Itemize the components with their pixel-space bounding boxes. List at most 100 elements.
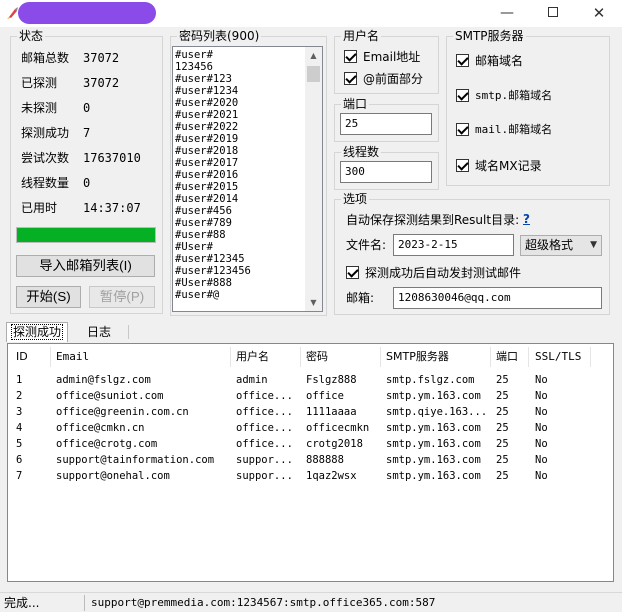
pause-button[interactable]: 暂停(P) [89, 286, 155, 308]
table-cell: office@crotg.com [56, 438, 158, 450]
checkbox-box[interactable] [456, 123, 469, 136]
table-cell: office... [236, 422, 293, 434]
stat-label-elapsed: 已用时 [21, 201, 58, 215]
password-line: #user#789 [175, 217, 232, 229]
status-current-account: support@premmedia.com:1234567:smtp.offic… [91, 596, 436, 609]
tab-probe-success[interactable]: 探测成功 [6, 322, 68, 342]
table-cell: office@suniot.com [56, 390, 164, 402]
import-mailbox-list-button[interactable]: 导入邮箱列表(I) [16, 255, 155, 277]
table-cell: 888888 [306, 454, 344, 466]
stat-value-attempts: 17637010 [83, 151, 141, 165]
checkbox-label: Email地址 [363, 50, 421, 64]
password-list-box[interactable]: #user# 123456 #user#123 #user#1234 #user#202… [172, 46, 323, 312]
column-divider [50, 347, 51, 367]
checkbox-label: smtp.邮箱域名 [475, 89, 553, 102]
table-cell: No [535, 374, 548, 386]
help-link[interactable]: ? [523, 212, 530, 226]
threads-group-title: 线程数 [341, 145, 382, 159]
checkbox-label: 域名MX记录 [475, 159, 542, 173]
password-line: #user#2022 [175, 121, 239, 133]
format-select[interactable]: 超级格式 ▼ [520, 235, 602, 256]
maximize-button[interactable] [530, 0, 576, 27]
password-line: #user#88 [175, 229, 226, 241]
table-cell: office... [236, 390, 293, 402]
column-header-password[interactable]: 密码 [306, 349, 328, 365]
table-cell: 5 [16, 438, 23, 450]
title-bar: — ✕ [0, 0, 622, 27]
stat-label-unprobed: 未探测 [21, 101, 58, 115]
column-divider [380, 347, 381, 367]
table-cell: 25 [496, 390, 509, 402]
table-cell: No [535, 438, 548, 450]
minimize-button[interactable]: — [484, 0, 530, 27]
maximize-icon [548, 6, 558, 17]
table-cell: smtp.fslgz.com [386, 374, 475, 386]
password-line: #user#456 [175, 205, 232, 217]
table-cell: No [535, 422, 548, 434]
column-divider [528, 347, 529, 367]
checkbox-box[interactable] [346, 266, 359, 279]
checkbox-label: @前面部分 [363, 72, 424, 86]
username-group-title: 用户名 [341, 29, 382, 43]
password-line: #user#2019 [175, 133, 239, 145]
table-cell: 25 [496, 438, 509, 450]
start-button[interactable]: 开始(S) [16, 286, 81, 308]
checkbox-label: 邮箱域名 [475, 54, 524, 68]
checkbox-box[interactable] [344, 72, 357, 85]
checkbox-label: mail.邮箱域名 [475, 123, 553, 136]
results-table[interactable]: ID Email 用户名 密码 SMTP服务器 端口 SSL/TLS 1 admi… [7, 343, 614, 582]
column-header-email[interactable]: Email [56, 349, 89, 365]
checkbox-box[interactable] [456, 159, 469, 172]
column-header-id[interactable]: ID [16, 349, 28, 365]
password-lines: #user# 123456 #user#123 #user#1234 #user#202… [175, 49, 305, 301]
stat-label-threads: 线程数量 [21, 176, 70, 190]
table-cell: suppor... [236, 454, 293, 466]
password-line: #User# [175, 241, 213, 253]
port-input[interactable]: 25 [340, 113, 432, 135]
autosave-label: 自动保存探测结果到Result目录: [346, 213, 520, 227]
column-divider [230, 347, 231, 367]
table-cell: smtp.ym.163.com [386, 390, 481, 402]
close-button[interactable]: ✕ [576, 0, 622, 27]
table-cell: suppor... [236, 470, 293, 482]
tab-label: 探测成功 [10, 324, 63, 340]
column-header-port[interactable]: 端口 [496, 349, 518, 365]
tab-log[interactable]: 日志 [70, 323, 128, 343]
table-cell: smtp.qiye.163... [386, 406, 488, 418]
options-group-title: 选项 [341, 192, 370, 206]
table-cell: 25 [496, 470, 509, 482]
filename-label: 文件名: [346, 238, 387, 252]
scroll-up-arrow-icon[interactable]: ▲ [305, 47, 322, 64]
scroll-down-arrow-icon[interactable]: ▼ [305, 294, 322, 311]
status-text: 完成... [4, 596, 40, 610]
stat-value-threads: 0 [83, 176, 91, 190]
stat-label-success: 探测成功 [21, 126, 70, 140]
table-cell: officecmkn [306, 422, 370, 434]
mailbox-input[interactable]: 1208630046@qq.com [393, 287, 602, 309]
table-cell: No [535, 470, 548, 482]
table-cell: No [535, 406, 548, 418]
stat-label-total: 邮箱总数 [21, 51, 70, 65]
column-header-ssl-tls[interactable]: SSL/TLS [535, 349, 581, 365]
table-cell: 2 [16, 390, 23, 402]
threads-input[interactable]: 300 [340, 161, 432, 183]
checkbox-box[interactable] [344, 50, 357, 63]
password-line: #user#2016 [175, 169, 239, 181]
column-header-smtp-server[interactable]: SMTP服务器 [386, 349, 449, 365]
password-list-scrollbar[interactable]: ▲ ▼ [305, 47, 322, 311]
checkbox-box[interactable] [456, 54, 469, 67]
column-header-username[interactable]: 用户名 [236, 349, 269, 365]
checkbox-label: 探测成功后自动发封测试邮件 [365, 266, 522, 280]
table-cell: crotg2018 [306, 438, 363, 450]
table-cell: 1 [16, 374, 23, 386]
stat-value-success: 7 [83, 126, 91, 140]
table-cell: support@tainformation.com [56, 454, 215, 466]
table-cell: support@onehal.com [56, 470, 170, 482]
password-line: #user#@ [175, 289, 220, 301]
checkbox-box[interactable] [456, 89, 469, 102]
password-line: #user#123456 [175, 265, 251, 277]
stat-value-probed: 37072 [83, 76, 120, 90]
filename-input[interactable]: 2023-2-15 [393, 234, 514, 256]
scroll-thumb[interactable] [307, 66, 320, 82]
format-select-value: 超级格式 [525, 238, 574, 252]
